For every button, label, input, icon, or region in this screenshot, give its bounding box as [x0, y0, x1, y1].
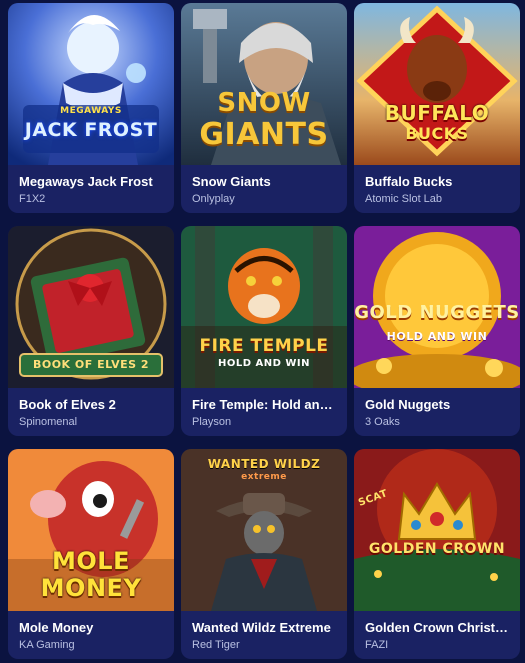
game-provider: F1X2	[19, 193, 46, 205]
game-thumbnail[interactable]: MOLE MONEY	[8, 449, 174, 611]
game-card-book-of-elves-2[interactable]: BOOK OF ELVES 2 Book of Elves 2 Spinomen…	[8, 226, 174, 436]
game-provider: 3 Oaks	[365, 416, 400, 428]
game-title[interactable]: Book of Elves 2	[19, 397, 165, 413]
game-card-wanted-wildz-extreme[interactable]: WANTED WILDZ extreme Wanted Wildz Extrem…	[181, 449, 347, 659]
game-thumbnail[interactable]: SCAT GOLDEN CROWN	[354, 449, 520, 611]
game-provider: Spinomenal	[19, 416, 78, 428]
logo-text: WANTED WILDZ	[207, 457, 321, 471]
game-provider: Playson	[192, 416, 232, 428]
game-title[interactable]: Gold Nuggets	[365, 397, 511, 413]
game-provider: FAZI	[365, 639, 389, 651]
logo-sub-text: extreme	[241, 472, 287, 482]
logo-sub-text: GIANTS	[199, 117, 329, 152]
game-title[interactable]: Fire Temple: Hold and Win	[192, 397, 338, 413]
game-grid: MEGAWAYS JACK FROST Megaways Jack Frost …	[0, 0, 525, 659]
logo-sub-text: BUCKS	[405, 124, 469, 143]
game-card-snow-giants[interactable]: SNOW GIANTS Snow Giants Onlyplay	[181, 3, 347, 213]
logo-sub-text: HOLD AND WIN	[386, 330, 488, 343]
logo-text: FIRE TEMPLE	[199, 336, 329, 356]
game-title[interactable]: Megaways Jack Frost	[19, 174, 165, 190]
game-provider: KA Gaming	[19, 639, 75, 651]
logo-text: MOLE	[52, 547, 130, 575]
game-title[interactable]: Buffalo Bucks	[365, 174, 511, 190]
game-card-megaways-jack-frost[interactable]: MEGAWAYS JACK FROST Megaways Jack Frost …	[8, 3, 174, 213]
game-thumbnail[interactable]: BUFFALO BUCKS	[354, 3, 520, 165]
game-title[interactable]: Mole Money	[19, 620, 165, 636]
logo-sub-text: MONEY	[40, 574, 142, 602]
logo-text: JACK FROST	[24, 119, 158, 141]
game-provider: Red Tiger	[192, 639, 240, 651]
game-card-fire-temple[interactable]: FIRE TEMPLE HOLD AND WIN Fire Temple: Ho…	[181, 226, 347, 436]
game-thumbnail[interactable]: MEGAWAYS JACK FROST	[8, 3, 174, 165]
logo-text: SNOW	[217, 88, 311, 118]
game-title[interactable]: Snow Giants	[192, 174, 338, 190]
game-thumbnail[interactable]: GOLD NUGGETS HOLD AND WIN	[354, 226, 520, 388]
logo-text: BUFFALO	[384, 101, 490, 125]
game-title[interactable]: Wanted Wildz Extreme	[192, 620, 338, 636]
game-card-gold-nuggets[interactable]: GOLD NUGGETS HOLD AND WIN Gold Nuggets 3…	[354, 226, 520, 436]
game-provider: Atomic Slot Lab	[365, 193, 443, 205]
game-card-buffalo-bucks[interactable]: BUFFALO BUCKS Buffalo Bucks Atomic Slot …	[354, 3, 520, 213]
logo-text: GOLDEN CROWN	[368, 541, 506, 557]
golden-crown-artwork	[354, 449, 520, 611]
game-thumbnail[interactable]: BOOK OF ELVES 2	[8, 226, 174, 388]
logo-sub-text: HOLD AND WIN	[217, 358, 311, 369]
game-title[interactable]: Golden Crown Christmas	[365, 620, 511, 636]
game-card-golden-crown-christmas[interactable]: SCAT GOLDEN CROWN Golden Crown Christmas…	[354, 449, 520, 659]
game-thumbnail[interactable]: SNOW GIANTS	[181, 3, 347, 165]
logo-top-text: MEGAWAYS	[60, 106, 122, 116]
game-thumbnail[interactable]: WANTED WILDZ extreme	[181, 449, 347, 611]
logo-text: BOOK OF ELVES 2	[32, 358, 150, 371]
game-thumbnail[interactable]: FIRE TEMPLE HOLD AND WIN	[181, 226, 347, 388]
game-provider: Onlyplay	[192, 193, 235, 205]
game-card-mole-money[interactable]: MOLE MONEY Mole Money KA Gaming	[8, 449, 174, 659]
logo-text: GOLD NUGGETS	[354, 302, 520, 323]
